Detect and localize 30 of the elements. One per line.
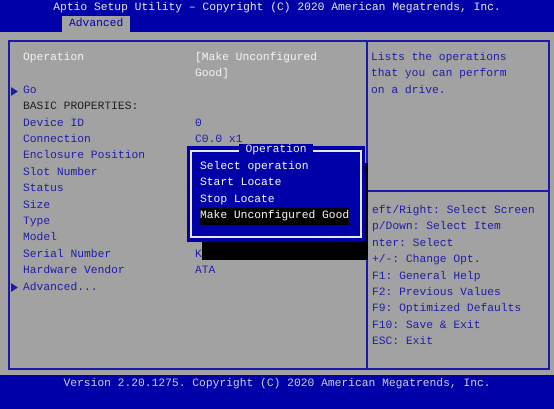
key-hint: F1: General Help [372, 270, 482, 285]
key-hint: eft/Right: Select Screen [372, 204, 536, 219]
setting-label[interactable]: Serial Number [23, 246, 195, 264]
key-hint: F9: Optimized Defaults [372, 302, 522, 318]
setting-value: [Make Unconfigured Good] [195, 50, 318, 82]
key-hint: F2: Previous Values [372, 286, 502, 302]
setting-value: ATA [195, 264, 216, 280]
setting-value: K [195, 248, 203, 263]
key-hint: nter: Select [372, 236, 454, 252]
popup-title: Operation [239, 144, 312, 156]
submenu-link[interactable]: Advanced... [23, 280, 195, 296]
key-hint: F10: Save & Exit [372, 318, 482, 334]
setting-value: 0 [195, 116, 203, 132]
version-footer: Version 2.20.1275. Copyright (C) 2020 American Megatrends, Inc. [0, 375, 554, 409]
menu-option[interactable]: Make Unconfigured Good [200, 208, 350, 225]
menu-option[interactable]: Start Locate [200, 175, 282, 192]
submenu-arrow-icon [11, 283, 18, 292]
submenu-link[interactable]: Go [23, 82, 195, 100]
key-hint: ESC: Exit [372, 334, 434, 350]
menu-option[interactable]: Select operation [200, 159, 308, 176]
setting-label[interactable]: Device ID [23, 116, 195, 132]
setting-label[interactable]: Hardware Vendor [23, 263, 195, 280]
tab[interactable]: Advanced [62, 16, 130, 32]
window-title: Aptio Setup Utility – Copyright (C) 2020 American Megatrends, Inc. [52, 0, 502, 16]
key-hint: p/Down: Select Item [372, 220, 502, 236]
setting-label[interactable]: Connection [23, 132, 195, 148]
key-hint: +/-: Change Opt. [372, 252, 482, 268]
section-heading: BASIC PROPERTIES: [23, 100, 140, 116]
menu-option[interactable]: Stop Locate [200, 192, 275, 208]
submenu-arrow-icon [11, 86, 18, 96]
